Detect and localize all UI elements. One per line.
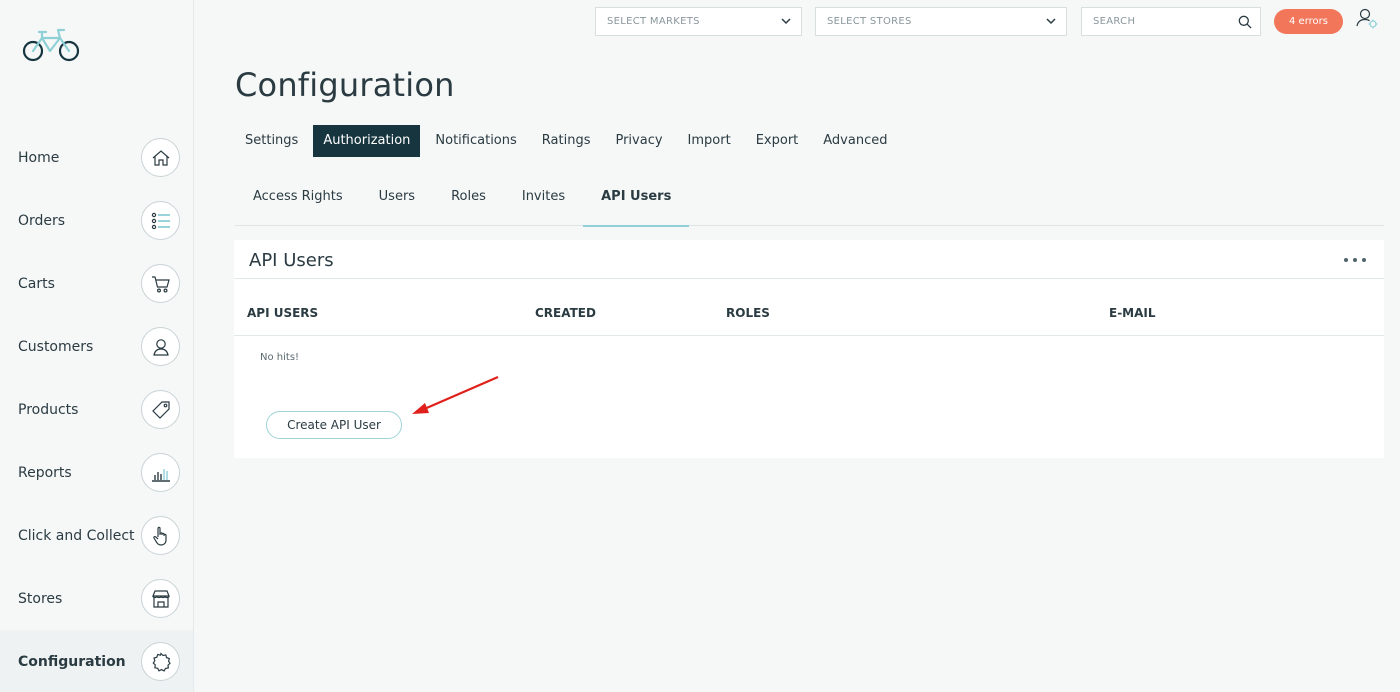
home-icon bbox=[141, 138, 180, 177]
tag-icon bbox=[141, 390, 180, 429]
sidebar-item-label: Configuration bbox=[18, 653, 126, 670]
more-options-icon[interactable] bbox=[1344, 252, 1366, 268]
tab-ratings[interactable]: Ratings bbox=[532, 125, 601, 157]
subtab-access-rights[interactable]: Access Rights bbox=[235, 182, 361, 226]
select-markets-placeholder: SELECT MARKETS bbox=[607, 16, 700, 27]
chevron-down-icon bbox=[1045, 15, 1057, 30]
empty-state-text: No hits! bbox=[260, 352, 300, 363]
column-header-created[interactable]: CREATED bbox=[535, 306, 596, 320]
sidebar-item-stores[interactable]: Stores bbox=[0, 567, 193, 630]
tab-advanced[interactable]: Advanced bbox=[813, 125, 897, 157]
subtab-api-users[interactable]: API Users bbox=[583, 182, 690, 227]
customer-icon bbox=[141, 327, 180, 366]
sidebar-item-reports[interactable]: Reports bbox=[0, 441, 193, 504]
chevron-down-icon bbox=[780, 15, 792, 30]
sidebar-item-label: Products bbox=[18, 401, 79, 418]
column-header-email[interactable]: E-MAIL bbox=[1109, 306, 1156, 320]
authorization-subtabs: Access Rights Users Roles Invites API Us… bbox=[235, 182, 1384, 227]
column-header-api-users[interactable]: API USERS bbox=[247, 306, 318, 320]
subtab-roles[interactable]: Roles bbox=[433, 182, 504, 226]
tab-export[interactable]: Export bbox=[746, 125, 809, 157]
hand-pointer-icon bbox=[141, 516, 180, 555]
sidebar-item-label: Click and Collect bbox=[18, 527, 135, 544]
subtab-invites[interactable]: Invites bbox=[504, 182, 583, 226]
sidebar-item-label: Orders bbox=[18, 212, 66, 229]
config-tabs: Settings Authorization Notifications Rat… bbox=[235, 125, 902, 157]
sidebar-item-label: Home bbox=[18, 149, 60, 166]
sidebar-item-orders[interactable]: Orders bbox=[0, 189, 193, 252]
tab-import[interactable]: Import bbox=[678, 125, 741, 157]
select-markets-dropdown[interactable]: SELECT MARKETS bbox=[595, 7, 802, 36]
bicycle-logo-icon[interactable] bbox=[22, 26, 82, 66]
sidebar-item-label: Customers bbox=[18, 338, 94, 355]
sidebar-item-customers[interactable]: Customers bbox=[0, 315, 193, 378]
search-input[interactable] bbox=[1082, 8, 1222, 35]
page-title: Configuration bbox=[235, 66, 455, 104]
search-icon[interactable] bbox=[1238, 14, 1252, 33]
card-title: API Users bbox=[249, 250, 334, 271]
subtab-users[interactable]: Users bbox=[361, 182, 433, 226]
sidebar-item-products[interactable]: Products bbox=[0, 378, 193, 441]
sidebar-item-configuration[interactable]: Configuration bbox=[0, 630, 193, 692]
tab-authorization[interactable]: Authorization bbox=[313, 125, 421, 157]
tab-settings[interactable]: Settings bbox=[235, 125, 308, 157]
errors-badge[interactable]: 4 errors bbox=[1274, 9, 1343, 34]
divider bbox=[234, 278, 1384, 279]
tab-notifications[interactable]: Notifications bbox=[425, 125, 526, 157]
sidebar-item-label: Reports bbox=[18, 464, 72, 481]
tab-privacy[interactable]: Privacy bbox=[605, 125, 672, 157]
search-box bbox=[1081, 7, 1261, 36]
gear-icon bbox=[141, 642, 180, 681]
sidebar-item-home[interactable]: Home bbox=[0, 126, 193, 189]
column-header-roles[interactable]: ROLES bbox=[726, 306, 770, 320]
sidebar-item-click-and-collect[interactable]: Click and Collect bbox=[0, 504, 193, 567]
select-stores-dropdown[interactable]: SELECT STORES bbox=[815, 7, 1067, 36]
sidebar-item-label: Stores bbox=[18, 590, 63, 607]
cart-icon bbox=[141, 264, 180, 303]
sidebar-item-carts[interactable]: Carts bbox=[0, 252, 193, 315]
api-users-card: API Users API USERS CREATED ROLES E-MAIL… bbox=[234, 240, 1384, 458]
user-settings-icon[interactable] bbox=[1355, 7, 1381, 31]
sidebar-item-label: Carts bbox=[18, 275, 55, 292]
store-icon bbox=[141, 579, 180, 618]
select-stores-placeholder: SELECT STORES bbox=[827, 16, 912, 27]
divider bbox=[234, 335, 1384, 336]
list-icon bbox=[141, 201, 180, 240]
bar-chart-icon bbox=[141, 453, 180, 492]
sidebar: Home Orders Carts Customers Products Rep… bbox=[0, 0, 194, 692]
create-api-user-button[interactable]: Create API User bbox=[266, 411, 402, 439]
